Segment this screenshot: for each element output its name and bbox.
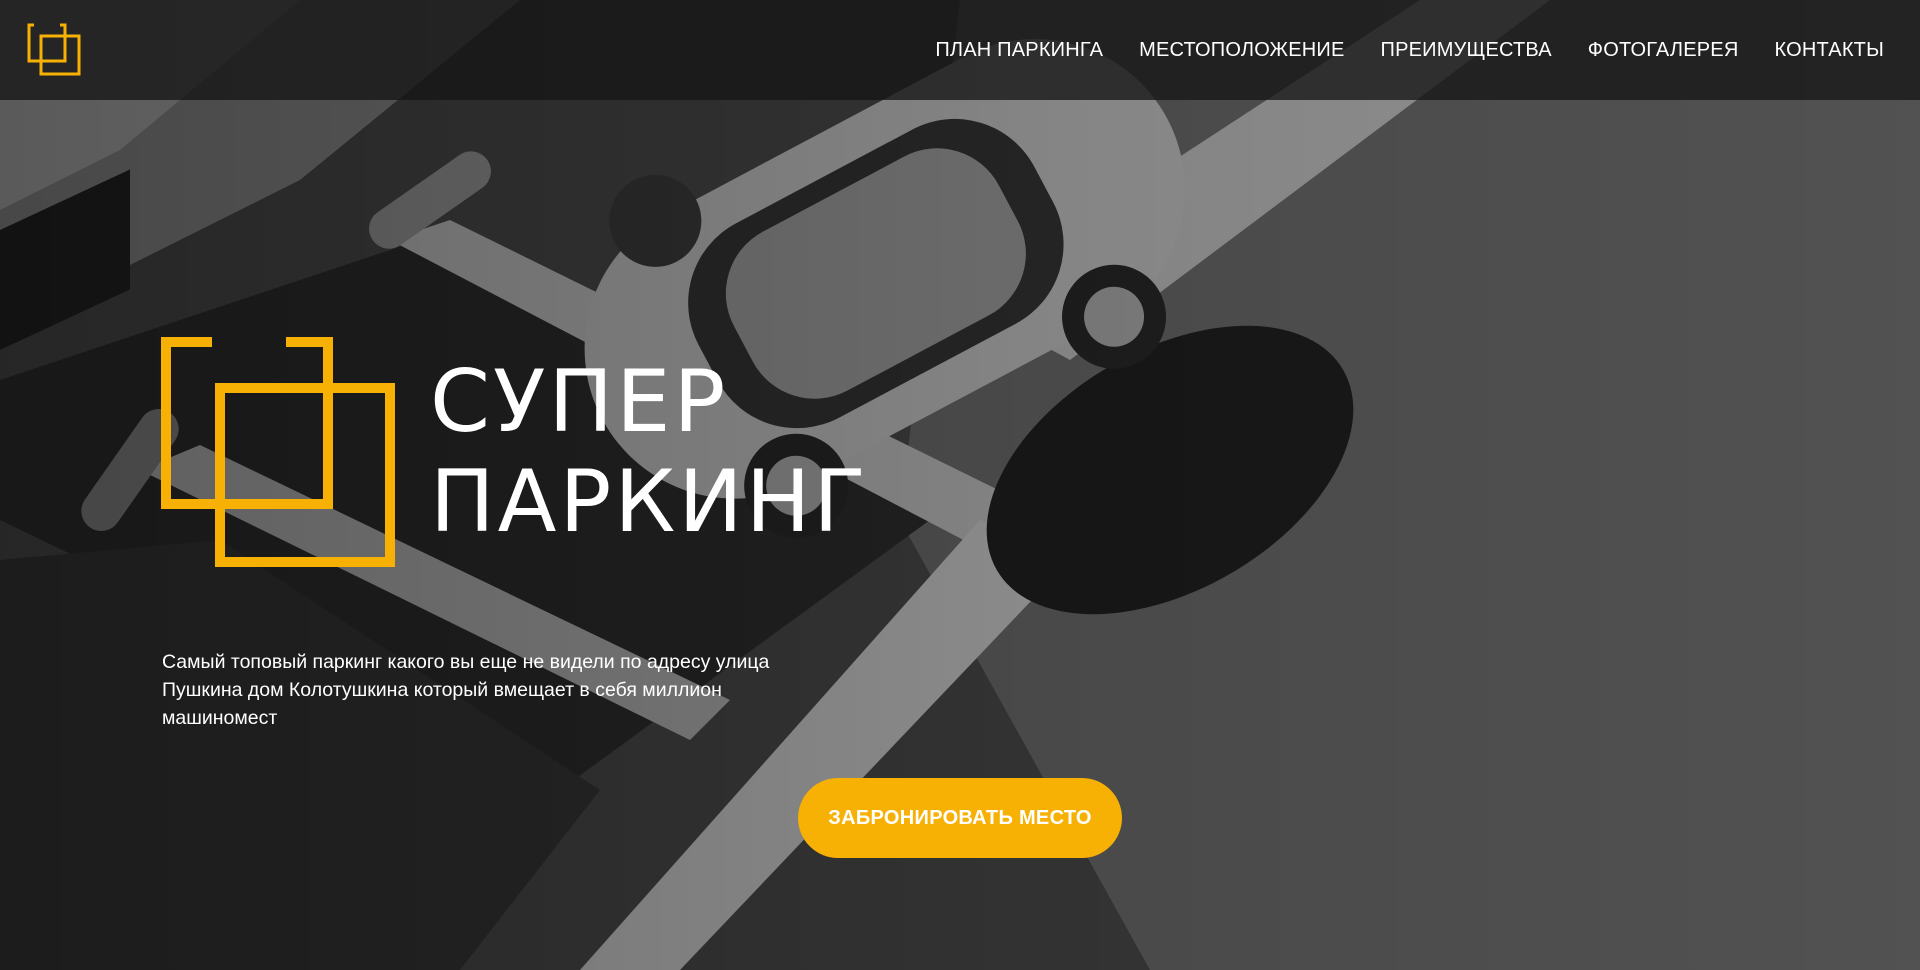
main-nav: ПЛАН ПАРКИНГА МЕСТОПОЛОЖЕНИЕ ПРЕИМУЩЕСТВ… (935, 0, 1884, 100)
nav-item-parking-plan[interactable]: ПЛАН ПАРКИНГА (935, 39, 1103, 62)
nav-item-contacts[interactable]: КОНТАКТЫ (1775, 39, 1885, 62)
book-spot-button[interactable]: ЗАБРОНИРОВАТЬ МЕСТО (798, 778, 1122, 858)
top-header: ПЛАН ПАРКИНГА МЕСТОПОЛОЖЕНИЕ ПРЕИМУЩЕСТВ… (0, 0, 1920, 100)
landing-page: ПЛАН ПАРКИНГА МЕСТОПОЛОЖЕНИЕ ПРЕИМУЩЕСТВ… (0, 0, 1920, 970)
hero-title-line-2: ПАРКИНГ (430, 452, 869, 552)
logo-icon[interactable] (26, 22, 82, 78)
nav-item-gallery[interactable]: ФОТОГАЛЕРЕЯ (1588, 39, 1739, 62)
hero-title-line-1: СУПЕР (430, 352, 729, 452)
nav-item-location[interactable]: МЕСТОПОЛОЖЕНИЕ (1139, 39, 1344, 62)
hero-title: СУПЕР ПАРКИНГ (430, 352, 869, 552)
nav-item-advantages[interactable]: ПРЕИМУЩЕСТВА (1381, 39, 1552, 62)
hero-description: Самый топовый паркинг какого вы еще не в… (162, 650, 770, 729)
hero-logo-icon (161, 337, 395, 567)
